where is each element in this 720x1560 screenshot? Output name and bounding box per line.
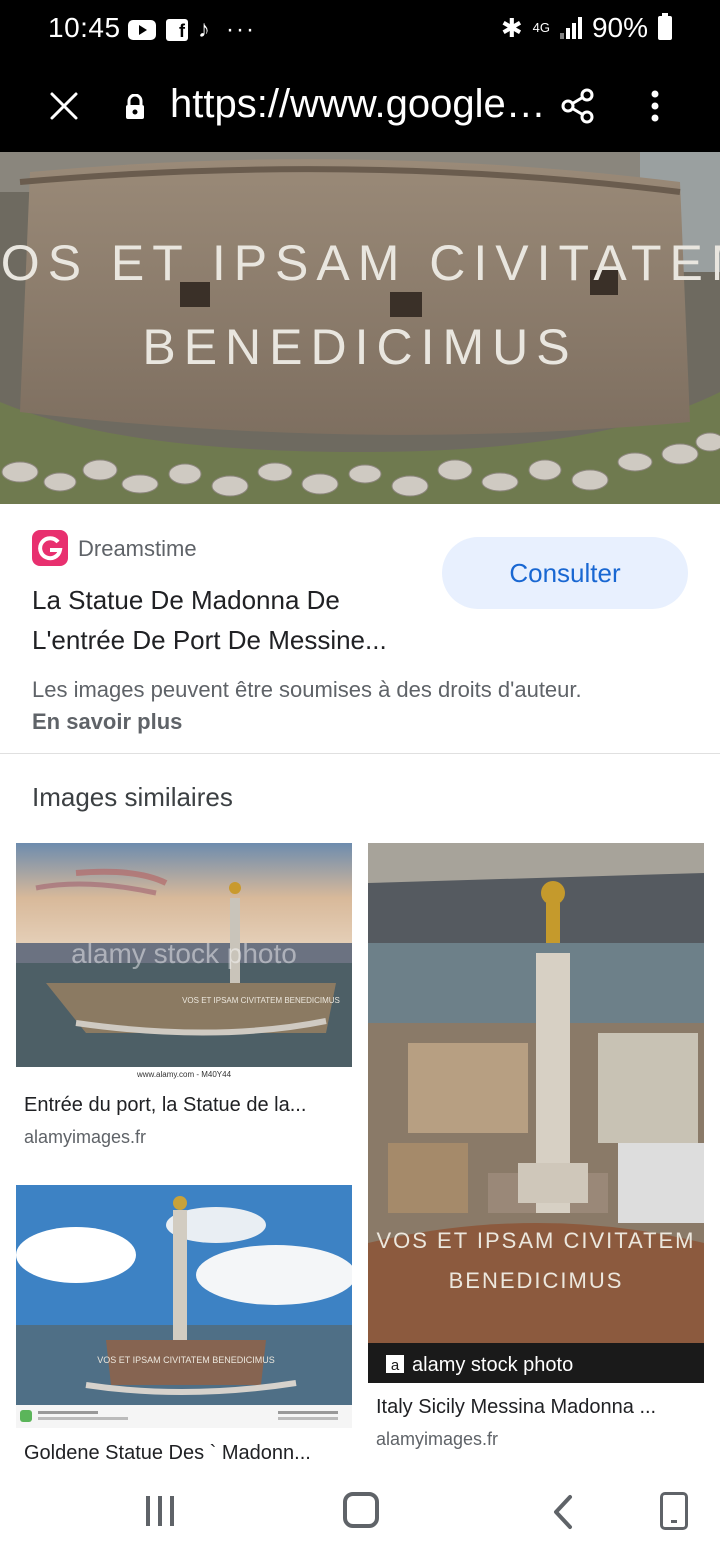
source-name[interactable]: Dreamstime <box>78 536 197 562</box>
overflow-menu-button[interactable] <box>640 86 670 126</box>
battery-icon <box>658 13 672 40</box>
close-icon <box>50 92 78 120</box>
share-icon <box>561 88 594 124</box>
browser-toolbar: https://www.google.com/imgres <box>0 60 720 152</box>
notification-icons: f ♪ ··· <box>128 16 256 44</box>
battery-percent: 90% <box>591 12 648 43</box>
similar-source-1: alamyimages.fr <box>24 1127 147 1147</box>
visit-button[interactable]: Consulter <box>442 537 688 609</box>
status-bar: 10:45 f ♪ ··· ✱ 4G 90% <box>0 0 720 60</box>
similar-image-1[interactable]: alamy stock photo VOS ET IPSAM CIVITATEM… <box>16 843 352 1081</box>
home-button[interactable] <box>343 1492 379 1528</box>
inscription-line2: BENEDICIMUS <box>142 319 577 375</box>
similar-image-3[interactable]: VOS ET IPSAM CIVITATEM BENEDICIMUS a ala… <box>368 843 704 1383</box>
similar-title-2[interactable]: Goldene Statue Des ` Madonn... <box>24 1442 348 1465</box>
recents-icon <box>146 1496 174 1526</box>
keyboard-toggle-button[interactable] <box>660 1492 688 1530</box>
inscription-text: VOS ET IPSAM CIVITATEM BENEDICIMUS <box>97 1355 275 1365</box>
result-title[interactable]: La Statue De Madonna De L'entrée De Port… <box>32 580 432 660</box>
similar-image-1-photo: alamy stock photo VOS ET IPSAM CIVITATEM… <box>16 843 352 1081</box>
copyright-notice: Les images peuvent être soumises à des d… <box>32 674 592 738</box>
watermark-text: alamy stock photo <box>71 938 297 969</box>
tiktok-icon: ♪ <box>198 16 210 43</box>
result-details: Dreamstime La Statue De Madonna De L'ent… <box>0 504 720 754</box>
back-icon <box>554 1495 572 1529</box>
more-notifications-icon: ··· <box>226 16 256 43</box>
preview-image[interactable]: VOS ET IPSAM CIVITATEM BENEDICIMUS <box>0 152 720 504</box>
similar-image-2-photo: VOS ET IPSAM CIVITATEM BENEDICIMUS <box>16 1185 352 1428</box>
close-button[interactable] <box>44 86 84 126</box>
similar-images-heading: Images similaires <box>32 782 233 812</box>
similar-source-3: alamyimages.fr <box>376 1429 499 1449</box>
facebook-icon: f <box>166 17 188 43</box>
learn-more-link[interactable]: En savoir plus <box>32 709 182 734</box>
bluetooth-icon: ✱ <box>500 12 523 43</box>
inscription-line1: VOS ET IPSAM CIVITATEM <box>376 1228 695 1253</box>
system-status: ✱ 4G 90% <box>501 12 672 44</box>
similar-image-3-photo: VOS ET IPSAM CIVITATEM BENEDICIMUS a ala… <box>368 843 704 1383</box>
back-button[interactable] <box>548 1494 578 1530</box>
alamy-logo-icon: a <box>391 1357 400 1374</box>
url-field[interactable]: https://www.google.com/imgres <box>170 82 555 127</box>
inscription-line1: VOS ET IPSAM CIVITATEM <box>0 235 720 291</box>
status-time: 10:45 <box>48 12 121 43</box>
image-caption: www.alamy.com - M40Y44 <box>136 1070 232 1079</box>
similar-title-1[interactable]: Entrée du port, la Statue de la... <box>24 1094 348 1117</box>
result-title-line2: L'entrée De Port De Messine... <box>32 625 387 655</box>
recents-button[interactable] <box>144 1494 176 1528</box>
watermark-text: alamy stock photo <box>412 1354 573 1376</box>
inscription-text: VOS ET IPSAM CIVITATEM BENEDICIMUS <box>182 996 340 1005</box>
network-type: 4G <box>532 20 550 35</box>
inscription-line2: BENEDICIMUS <box>449 1268 624 1293</box>
result-title-line1: La Statue De Madonna De <box>32 585 340 615</box>
youtube-icon <box>128 17 156 43</box>
system-nav-bar <box>0 1464 720 1560</box>
similar-image-2[interactable]: VOS ET IPSAM CIVITATEM BENEDICIMUS <box>16 1185 352 1428</box>
fort-photo: VOS ET IPSAM CIVITATEM BENEDICIMUS <box>0 152 720 504</box>
copyright-text: Les images peuvent être soumises à des d… <box>32 677 582 702</box>
more-vert-icon <box>651 90 659 122</box>
lock-icon <box>124 93 146 120</box>
dreamstime-logo-icon <box>32 530 68 566</box>
similar-title-3[interactable]: Italy Sicily Messina Madonna ... <box>376 1396 700 1419</box>
share-button[interactable] <box>558 86 598 126</box>
signal-icon <box>559 17 582 39</box>
